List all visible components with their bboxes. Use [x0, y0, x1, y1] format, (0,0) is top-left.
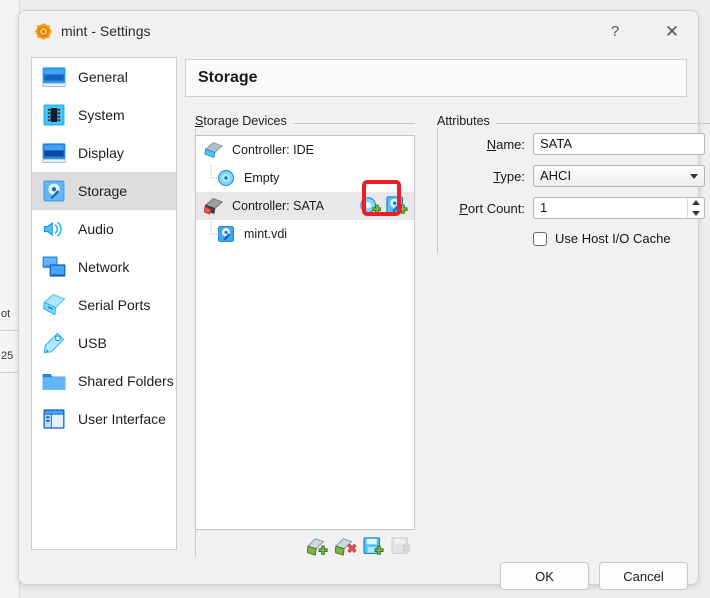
settings-dialog: mint - Settings ? ✕ General System Displ… [18, 10, 710, 590]
close-button[interactable]: ✕ [652, 19, 692, 45]
speaker-icon [43, 221, 62, 237]
sidebar-item-display[interactable]: Display [32, 134, 176, 172]
add-attachment-button[interactable] [363, 536, 385, 558]
chevron-down-icon [690, 174, 698, 179]
tree-row-label: Controller: SATA [232, 199, 324, 213]
user-interface-icon [43, 409, 65, 429]
ok-button[interactable]: OK [500, 562, 589, 590]
sidebar-item-label: Network [78, 259, 130, 275]
storage-devices-label: Storage Devices [195, 114, 293, 128]
tree-row[interactable]: Controller: SATA [196, 192, 414, 220]
settings-category-list[interactable]: General System Display Storage Audio Net… [31, 57, 177, 550]
sidebar-item-label: General [78, 69, 128, 85]
remove-controller-button[interactable] [335, 536, 357, 558]
sata-controller-icon [204, 198, 224, 215]
port-count-label: Port Count: [459, 200, 525, 216]
sidebar-item-label: USB [78, 335, 107, 351]
port-count-stepper[interactable]: 1 [533, 197, 705, 219]
folder-icon [42, 374, 66, 390]
tree-row[interactable]: Empty [196, 164, 414, 192]
sidebar-item-system[interactable]: System [32, 96, 176, 134]
tree-row[interactable]: Controller: IDE [196, 136, 414, 164]
add-controller-button[interactable] [307, 536, 329, 558]
cancel-button[interactable]: Cancel [599, 562, 688, 590]
sidebar-item-label: Display [78, 145, 124, 161]
display-icon [42, 143, 66, 163]
serial-port-icon [42, 293, 66, 316]
tree-connector-icon [210, 221, 221, 235]
tree-row[interactable]: mint.vdi [196, 220, 414, 248]
storage-tree[interactable]: Controller: IDE Empty Controller: SATA m… [195, 135, 415, 530]
tree-row-inline-actions [359, 195, 408, 217]
type-select[interactable]: AHCI [533, 165, 705, 187]
usb-icon [43, 332, 65, 354]
sidebar-item-general[interactable]: General [32, 58, 176, 96]
vbox-gear-icon [35, 23, 52, 40]
ide-controller-icon [204, 142, 224, 159]
tree-row-label: Empty [244, 171, 280, 185]
sidebar-item-label: Storage [78, 183, 128, 199]
harddisk-icon [43, 180, 65, 202]
attributes-group: Attributes Name: SATA Type: AHCI Port Co… [437, 114, 710, 253]
background-fragment-1: ot [1, 308, 11, 320]
port-count-field-row: Port Count: 1 [437, 197, 710, 219]
background-window-strip: ot 25 [0, 0, 20, 598]
attributes-label: Attributes [437, 114, 496, 128]
network-icon [42, 256, 66, 277]
type-label: Type: [493, 168, 525, 184]
screen: ot 25 mint - Settings ? ✕ General System… [0, 0, 710, 598]
port-count-value: 1 [540, 200, 548, 215]
add-hard-disk-icon[interactable] [386, 195, 408, 217]
add-optical-drive-icon[interactable] [359, 195, 381, 217]
sidebar-item-usb[interactable]: USB [32, 324, 176, 362]
sidebar-item-label: Audio [78, 221, 114, 237]
sidebar-item-label: Shared Folders [78, 373, 174, 389]
name-input[interactable]: SATA [533, 133, 705, 155]
stepper-up-icon[interactable] [691, 200, 700, 205]
sidebar-item-label: Serial Ports [78, 297, 151, 313]
host-io-cache-checkbox[interactable] [533, 231, 547, 246]
sidebar-item-label: System [78, 107, 125, 123]
window-title: mint - Settings [61, 23, 151, 39]
page-header: Storage [185, 59, 687, 97]
storage-tree-toolbar [307, 535, 415, 559]
background-fragment-2: 25 [1, 350, 14, 362]
storage-devices-group: Storage Devices Controller: IDE Empty Co… [195, 114, 415, 559]
monitor-icon [42, 67, 66, 87]
page-title: Storage [198, 69, 258, 86]
name-field-row: Name: SATA [437, 133, 710, 155]
sidebar-item-user-interface[interactable]: User Interface [32, 400, 176, 438]
title-bar: mint - Settings ? ✕ [19, 11, 698, 51]
stepper-down-icon[interactable] [691, 211, 700, 216]
sidebar-item-shared-folders[interactable]: Shared Folders [32, 362, 176, 400]
host-io-cache-label: Use Host I/O Cache [555, 231, 671, 246]
sidebar-item-serial-ports[interactable]: Serial Ports [32, 286, 176, 324]
type-field-row: Type: AHCI [437, 165, 710, 187]
remove-attachment-button [391, 537, 411, 554]
stepper-buttons[interactable] [687, 199, 703, 217]
chip-icon [43, 104, 65, 126]
help-button[interactable]: ? [595, 19, 635, 45]
host-io-cache-row[interactable]: Use Host I/O Cache [533, 231, 671, 246]
sidebar-item-storage[interactable]: Storage [32, 172, 176, 210]
sidebar-item-network[interactable]: Network [32, 248, 176, 286]
sidebar-item-audio[interactable]: Audio [32, 210, 176, 248]
tree-row-label: mint.vdi [244, 227, 288, 241]
sidebar-item-label: User Interface [78, 411, 166, 427]
type-select-value: AHCI [540, 168, 572, 183]
name-label: Name: [486, 136, 525, 152]
tree-row-label: Controller: IDE [232, 143, 314, 157]
tree-connector-icon [210, 165, 221, 179]
